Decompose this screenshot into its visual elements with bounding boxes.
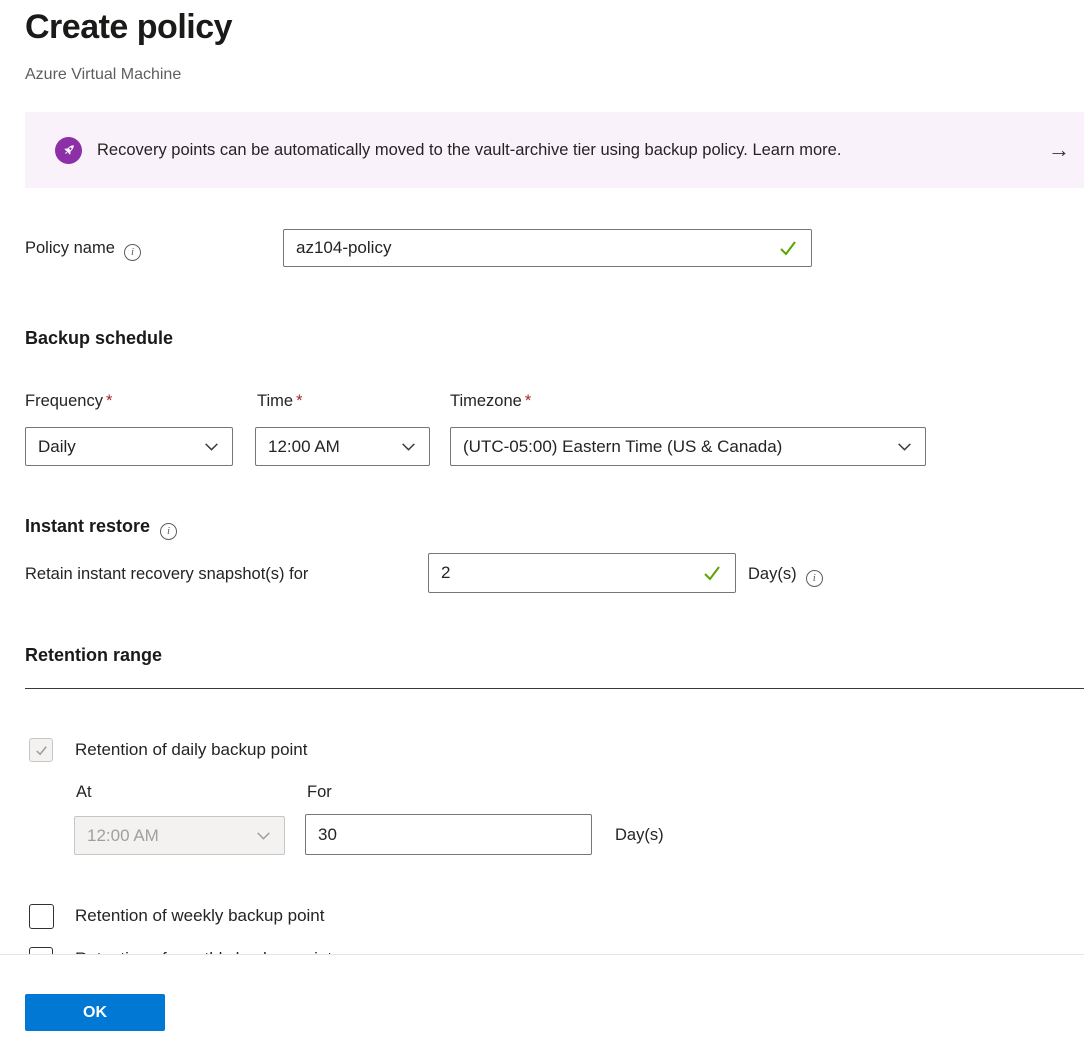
rocket-icon (55, 137, 82, 164)
policy-name-label: Policy name i (25, 239, 141, 261)
daily-retention-label: Retention of daily backup point (75, 740, 308, 760)
timezone-label: Timezone* (450, 392, 531, 411)
policy-name-input[interactable]: az104-policy (283, 229, 812, 267)
daily-retention-unit: Day(s) (615, 826, 664, 845)
daily-for-value: 30 (318, 825, 337, 845)
section-divider (25, 688, 1084, 689)
chevron-down-icon (203, 438, 220, 455)
weekly-retention-checkbox[interactable] (29, 904, 54, 929)
info-icon[interactable]: i (160, 523, 177, 540)
required-asterisk: * (296, 392, 302, 410)
valid-check-icon (777, 237, 799, 259)
daily-at-label: At (76, 783, 92, 802)
backup-schedule-heading: Backup schedule (25, 328, 173, 349)
daily-retention-checkbox (29, 738, 53, 762)
instant-restore-days-input[interactable]: 2 (428, 553, 736, 593)
daily-for-label: For (307, 783, 332, 802)
instant-restore-days-value: 2 (441, 563, 450, 583)
retention-range-heading: Retention range (25, 645, 162, 666)
info-icon[interactable]: i (124, 244, 141, 261)
required-asterisk: * (106, 392, 112, 410)
daily-for-input[interactable]: 30 (305, 814, 592, 855)
page-title: Create policy (25, 8, 232, 47)
info-banner: Recovery points can be automatically mov… (25, 112, 1084, 188)
footer-bar: OK (0, 954, 1084, 1040)
time-dropdown[interactable]: 12:00 AM (255, 427, 430, 466)
valid-check-icon (701, 562, 723, 584)
frequency-dropdown[interactable]: Daily (25, 427, 233, 466)
required-asterisk: * (525, 392, 531, 410)
chevron-down-icon (255, 827, 272, 844)
weekly-retention-label: Retention of weekly backup point (75, 906, 325, 926)
instant-restore-heading: Instant restore i (25, 516, 177, 540)
policy-name-value: az104-policy (296, 238, 391, 258)
instant-restore-unit: Day(s) i (748, 565, 823, 587)
arrow-right-icon[interactable]: → (1048, 137, 1074, 163)
timezone-dropdown[interactable]: (UTC-05:00) Eastern Time (US & Canada) (450, 427, 926, 466)
page-subtitle: Azure Virtual Machine (25, 66, 181, 84)
learn-more-link[interactable]: Learn more. (752, 141, 841, 159)
instant-restore-label: Retain instant recovery snapshot(s) for (25, 565, 308, 584)
ok-button[interactable]: OK (25, 994, 165, 1031)
create-policy-pane: Create policy Azure Virtual Machine Reco… (0, 0, 1084, 1040)
daily-at-dropdown: 12:00 AM (74, 816, 285, 855)
frequency-label: Frequency* (25, 392, 112, 411)
chevron-down-icon (896, 438, 913, 455)
info-icon[interactable]: i (806, 570, 823, 587)
banner-message: Recovery points can be automatically mov… (97, 141, 841, 160)
check-icon (34, 743, 49, 758)
time-label: Time* (257, 392, 302, 411)
chevron-down-icon (400, 438, 417, 455)
